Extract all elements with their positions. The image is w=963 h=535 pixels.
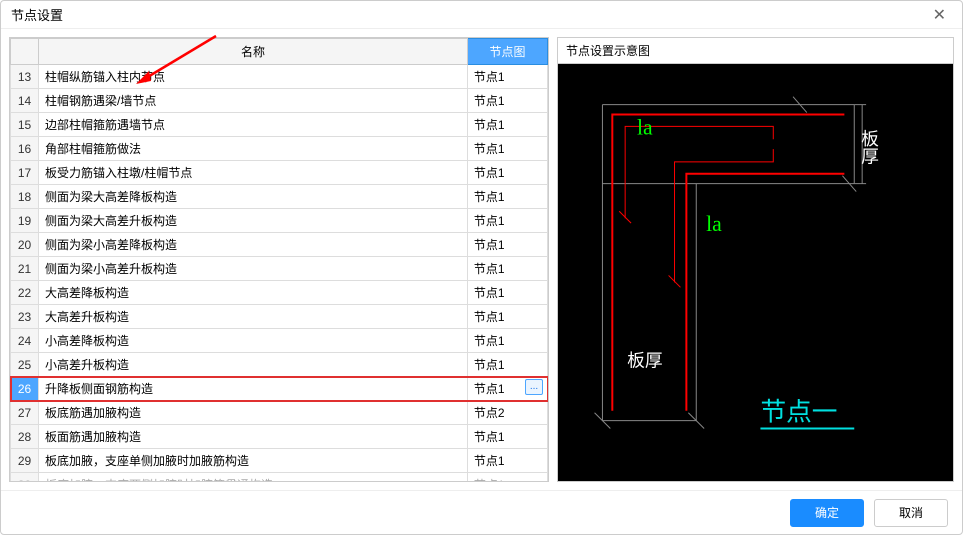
table-row[interactable]: 30板底加腋，支座两侧加腋时加腋筋贯通构造节点1 [11, 473, 548, 483]
annotation-arrow-icon [131, 31, 221, 91]
table-row[interactable]: 21侧面为梁小高差升板构造节点1 [11, 257, 548, 281]
header-name[interactable]: 名称 [39, 39, 468, 65]
table-row[interactable]: 27板底筋遇加腋构造节点2 [11, 401, 548, 425]
footer: 确定 取消 [1, 490, 962, 534]
table-row[interactable]: 20侧面为梁小高差降板构造节点1 [11, 233, 548, 257]
cell-value[interactable]: 节点1 [467, 305, 547, 329]
table-panel[interactable]: 名称 节点图 13柱帽纵筋锚入柱内节点节点114柱帽钢筋遇梁/墙节点节点115边… [9, 37, 549, 482]
cell-name[interactable]: 大高差升板构造 [39, 305, 468, 329]
row-number[interactable]: 29 [11, 449, 39, 473]
row-number[interactable]: 27 [11, 401, 39, 425]
dialog-title: 节点设置 [11, 5, 63, 24]
label-node: 节点一 [760, 398, 837, 427]
row-number[interactable]: 22 [11, 281, 39, 305]
row-number[interactable]: 15 [11, 113, 39, 137]
row-number[interactable]: 26 [11, 377, 39, 401]
row-number[interactable]: 16 [11, 137, 39, 161]
cell-name[interactable]: 板受力筋锚入柱墩/柱帽节点 [39, 161, 468, 185]
cell-name[interactable]: 角部柱帽箍筋做法 [39, 137, 468, 161]
label-thickness-h: 板厚 [627, 350, 663, 370]
cell-value[interactable]: 节点1 [467, 89, 547, 113]
titlebar: 节点设置 ✕ [1, 1, 962, 29]
table-row[interactable]: 15边部柱帽箍筋遇墙节点节点1 [11, 113, 548, 137]
more-options-button[interactable]: ... [525, 379, 543, 395]
header-rownum[interactable] [11, 39, 39, 65]
label-la-2: la [706, 212, 722, 236]
dots-icon: ... [530, 382, 538, 392]
row-number[interactable]: 14 [11, 89, 39, 113]
preview-panel: 节点设置示意图 [557, 37, 954, 482]
table-row[interactable]: 28板面筋遇加腋构造节点1 [11, 425, 548, 449]
cell-value[interactable]: 节点1 [467, 161, 547, 185]
node-settings-dialog: 节点设置 ✕ 名称 节点图 13柱帽纵筋锚入柱内节点节点114柱帽钢筋遇梁/墙节… [0, 0, 963, 535]
row-number[interactable]: 17 [11, 161, 39, 185]
row-number[interactable]: 18 [11, 185, 39, 209]
cell-name[interactable]: 板底筋遇加腋构造 [39, 401, 468, 425]
label-la-1: la [637, 115, 653, 139]
table-row[interactable]: 16角部柱帽箍筋做法节点1 [11, 137, 548, 161]
cancel-button[interactable]: 取消 [874, 499, 948, 527]
table-row[interactable]: 24小高差降板构造节点1 [11, 329, 548, 353]
cell-value[interactable]: 节点1 [467, 113, 547, 137]
header-diagram[interactable]: 节点图 [467, 39, 547, 65]
cell-name[interactable]: 小高差降板构造 [39, 329, 468, 353]
table-row[interactable]: 19侧面为梁大高差升板构造节点1 [11, 209, 548, 233]
table-row[interactable]: 29板底加腋，支座单侧加腋时加腋筋构造节点1 [11, 449, 548, 473]
cell-name[interactable]: 侧面为梁大高差降板构造 [39, 185, 468, 209]
close-icon[interactable]: ✕ [927, 5, 952, 25]
cell-value[interactable]: 节点1 [467, 449, 547, 473]
table-row[interactable]: 18侧面为梁大高差降板构造节点1 [11, 185, 548, 209]
cell-name[interactable]: 板底加腋，支座两侧加腋时加腋筋贯通构造 [39, 473, 468, 483]
cell-value[interactable]: 节点1 [467, 257, 547, 281]
row-number[interactable]: 20 [11, 233, 39, 257]
cell-value[interactable]: 节点1 [467, 281, 547, 305]
row-number[interactable]: 21 [11, 257, 39, 281]
table-row[interactable]: 25小高差升板构造节点1 [11, 353, 548, 377]
row-number[interactable]: 25 [11, 353, 39, 377]
cell-name[interactable]: 柱帽纵筋锚入柱内节点 [39, 65, 468, 89]
label-thickness-v: 板厚 [859, 129, 879, 166]
cell-value[interactable]: 节点1 [467, 425, 547, 449]
ok-button[interactable]: 确定 [790, 499, 864, 527]
cell-value[interactable]: 节点1 [467, 137, 547, 161]
cell-value[interactable]: 节点2 [467, 401, 547, 425]
node-table: 名称 节点图 13柱帽纵筋锚入柱内节点节点114柱帽钢筋遇梁/墙节点节点115边… [10, 38, 548, 482]
table-row[interactable]: 17板受力筋锚入柱墩/柱帽节点节点1 [11, 161, 548, 185]
cell-name[interactable]: 板底加腋，支座单侧加腋时加腋筋构造 [39, 449, 468, 473]
cell-value[interactable]: 节点1 [467, 233, 547, 257]
preview-title: 节点设置示意图 [558, 38, 953, 64]
table-row[interactable]: 13柱帽纵筋锚入柱内节点节点1 [11, 65, 548, 89]
cell-value[interactable]: 节点1 [467, 65, 547, 89]
preview-canvas[interactable]: la la 板厚 板厚 节点一 [558, 64, 953, 481]
table-row[interactable]: 26升降板侧面钢筋构造节点1... [11, 377, 548, 401]
cell-name[interactable]: 柱帽钢筋遇梁/墙节点 [39, 89, 468, 113]
cell-name[interactable]: 板面筋遇加腋构造 [39, 425, 468, 449]
row-number[interactable]: 30 [11, 473, 39, 483]
row-number[interactable]: 24 [11, 329, 39, 353]
row-number[interactable]: 13 [11, 65, 39, 89]
content-area: 名称 节点图 13柱帽纵筋锚入柱内节点节点114柱帽钢筋遇梁/墙节点节点115边… [1, 29, 962, 490]
cell-value[interactable]: 节点1... [467, 377, 547, 401]
cell-name[interactable]: 侧面为梁小高差降板构造 [39, 233, 468, 257]
row-number[interactable]: 23 [11, 305, 39, 329]
cell-name[interactable]: 侧面为梁小高差升板构造 [39, 257, 468, 281]
cell-value[interactable]: 节点1 [467, 209, 547, 233]
table-row[interactable]: 14柱帽钢筋遇梁/墙节点节点1 [11, 89, 548, 113]
row-number[interactable]: 19 [11, 209, 39, 233]
cell-name[interactable]: 小高差升板构造 [39, 353, 468, 377]
table-row[interactable]: 23大高差升板构造节点1 [11, 305, 548, 329]
cell-name[interactable]: 升降板侧面钢筋构造 [39, 377, 468, 401]
cell-value[interactable]: 节点1 [467, 185, 547, 209]
table-row[interactable]: 22大高差降板构造节点1 [11, 281, 548, 305]
cell-name[interactable]: 侧面为梁大高差升板构造 [39, 209, 468, 233]
cell-value[interactable]: 节点1 [467, 473, 547, 483]
cell-value[interactable]: 节点1 [467, 353, 547, 377]
cell-value[interactable]: 节点1 [467, 329, 547, 353]
row-number[interactable]: 28 [11, 425, 39, 449]
cell-name[interactable]: 边部柱帽箍筋遇墙节点 [39, 113, 468, 137]
cell-name[interactable]: 大高差降板构造 [39, 281, 468, 305]
